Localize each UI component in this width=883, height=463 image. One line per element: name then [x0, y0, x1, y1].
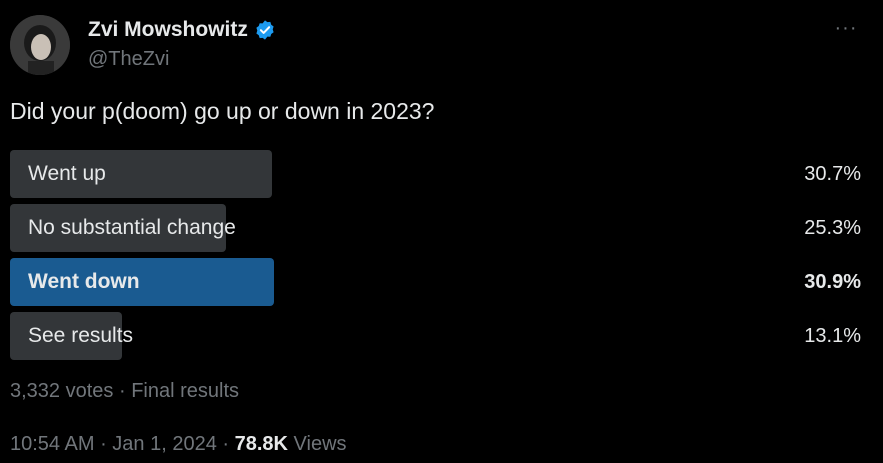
poll-summary: 3,332 votes · Final results — [10, 380, 239, 403]
poll-option-percent: 30.7% — [804, 163, 861, 185]
tweet-time[interactable]: 10:54 AM — [10, 433, 95, 455]
poll-option: Went up 30.7% — [10, 150, 863, 198]
more-options-icon[interactable]: ··· — [826, 14, 866, 42]
tweet-metadata: 10:54 AM · Jan 1, 2024 · 78.8K Views — [10, 433, 347, 456]
poll-option-label: See results — [28, 324, 134, 347]
views-label: Views — [287, 433, 347, 455]
avatar-image — [10, 15, 70, 75]
separator: · — [94, 433, 113, 455]
poll-option: See results 13.1% — [10, 312, 863, 360]
author-handle[interactable]: @TheZvi — [88, 48, 169, 71]
poll-status: Final results — [131, 380, 240, 402]
separator: · — [113, 380, 132, 402]
poll-option: No substantial change 25.3% — [10, 204, 863, 252]
poll-option-winner: Went down 30.9% — [10, 258, 863, 306]
poll-option-percent: 13.1% — [804, 325, 861, 347]
separator: · — [216, 433, 235, 455]
poll-option-label: No substantial change — [28, 216, 236, 239]
poll-option-label: Went down — [28, 270, 140, 293]
poll-option-label: Went up — [28, 162, 106, 185]
avatar[interactable] — [10, 15, 70, 75]
verified-badge-icon — [254, 19, 276, 41]
poll-option-percent: 25.3% — [804, 217, 861, 239]
author-name[interactable]: Zvi Mowshowitz — [88, 18, 248, 42]
tweet-date[interactable]: Jan 1, 2024 — [112, 433, 217, 455]
poll-vote-count: 3,332 votes — [10, 380, 114, 402]
views-count: 78.8K — [234, 433, 288, 455]
tweet-text: Did your p(doom) go up or down in 2023? — [10, 98, 435, 124]
poll-option-percent: 30.9% — [804, 271, 861, 293]
